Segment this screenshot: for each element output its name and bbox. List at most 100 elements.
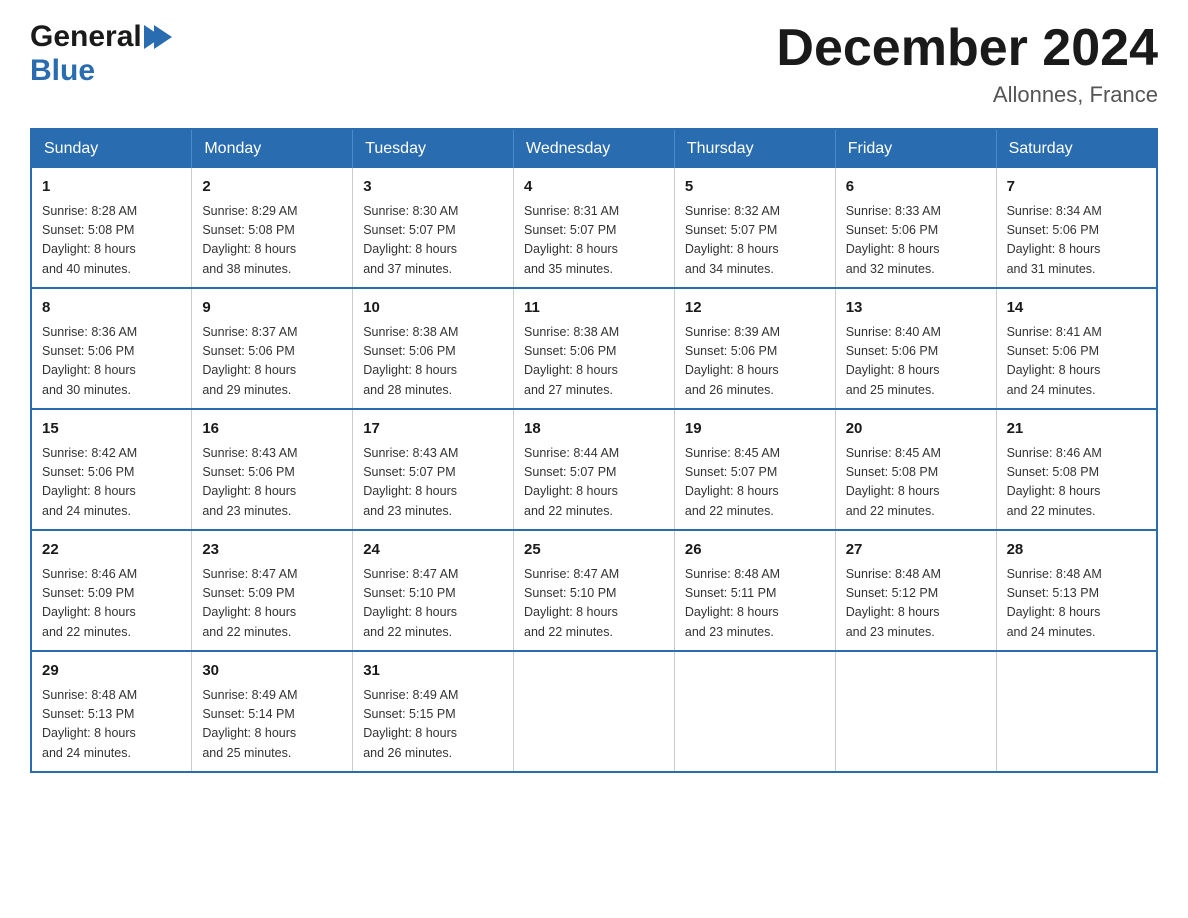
day-number: 4 <box>524 176 664 199</box>
table-row <box>674 651 835 772</box>
table-row: 19 Sunrise: 8:45 AMSunset: 5:07 PMDaylig… <box>674 409 835 530</box>
day-number: 17 <box>363 418 503 441</box>
day-number: 24 <box>363 539 503 562</box>
table-row: 18 Sunrise: 8:44 AMSunset: 5:07 PMDaylig… <box>514 409 675 530</box>
table-row: 23 Sunrise: 8:47 AMSunset: 5:09 PMDaylig… <box>192 530 353 651</box>
table-row: 29 Sunrise: 8:48 AMSunset: 5:13 PMDaylig… <box>31 651 192 772</box>
day-info: Sunrise: 8:42 AMSunset: 5:06 PMDaylight:… <box>42 444 181 522</box>
day-info: Sunrise: 8:46 AMSunset: 5:09 PMDaylight:… <box>42 565 181 643</box>
table-row: 30 Sunrise: 8:49 AMSunset: 5:14 PMDaylig… <box>192 651 353 772</box>
week-row-1: 1 Sunrise: 8:28 AMSunset: 5:08 PMDayligh… <box>31 168 1157 288</box>
day-info: Sunrise: 8:41 AMSunset: 5:06 PMDaylight:… <box>1007 323 1146 401</box>
day-number: 6 <box>846 176 986 199</box>
day-number: 26 <box>685 539 825 562</box>
day-number: 22 <box>42 539 181 562</box>
day-number: 13 <box>846 297 986 320</box>
table-row <box>996 651 1157 772</box>
col-monday: Monday <box>192 129 353 168</box>
day-number: 12 <box>685 297 825 320</box>
table-row: 14 Sunrise: 8:41 AMSunset: 5:06 PMDaylig… <box>996 288 1157 409</box>
day-info: Sunrise: 8:47 AMSunset: 5:10 PMDaylight:… <box>524 565 664 643</box>
day-number: 14 <box>1007 297 1146 320</box>
day-number: 18 <box>524 418 664 441</box>
table-row: 5 Sunrise: 8:32 AMSunset: 5:07 PMDayligh… <box>674 168 835 288</box>
table-row: 17 Sunrise: 8:43 AMSunset: 5:07 PMDaylig… <box>353 409 514 530</box>
calendar-subtitle: Allonnes, France <box>776 82 1158 108</box>
table-row: 24 Sunrise: 8:47 AMSunset: 5:10 PMDaylig… <box>353 530 514 651</box>
day-info: Sunrise: 8:34 AMSunset: 5:06 PMDaylight:… <box>1007 202 1146 280</box>
table-row: 16 Sunrise: 8:43 AMSunset: 5:06 PMDaylig… <box>192 409 353 530</box>
table-row: 27 Sunrise: 8:48 AMSunset: 5:12 PMDaylig… <box>835 530 996 651</box>
table-row: 25 Sunrise: 8:47 AMSunset: 5:10 PMDaylig… <box>514 530 675 651</box>
week-row-5: 29 Sunrise: 8:48 AMSunset: 5:13 PMDaylig… <box>31 651 1157 772</box>
title-section: December 2024 Allonnes, France <box>776 20 1158 108</box>
day-info: Sunrise: 8:47 AMSunset: 5:10 PMDaylight:… <box>363 565 503 643</box>
week-row-2: 8 Sunrise: 8:36 AMSunset: 5:06 PMDayligh… <box>31 288 1157 409</box>
day-number: 9 <box>202 297 342 320</box>
day-number: 16 <box>202 418 342 441</box>
day-info: Sunrise: 8:45 AMSunset: 5:07 PMDaylight:… <box>685 444 825 522</box>
day-info: Sunrise: 8:37 AMSunset: 5:06 PMDaylight:… <box>202 323 342 401</box>
logo-blue-text: Blue <box>30 54 95 88</box>
day-info: Sunrise: 8:28 AMSunset: 5:08 PMDaylight:… <box>42 202 181 280</box>
day-number: 5 <box>685 176 825 199</box>
day-number: 31 <box>363 660 503 683</box>
day-number: 15 <box>42 418 181 441</box>
day-number: 1 <box>42 176 181 199</box>
calendar-table: Sunday Monday Tuesday Wednesday Thursday… <box>30 128 1158 773</box>
day-number: 30 <box>202 660 342 683</box>
table-row: 10 Sunrise: 8:38 AMSunset: 5:06 PMDaylig… <box>353 288 514 409</box>
col-friday: Friday <box>835 129 996 168</box>
week-row-3: 15 Sunrise: 8:42 AMSunset: 5:06 PMDaylig… <box>31 409 1157 530</box>
day-info: Sunrise: 8:48 AMSunset: 5:13 PMDaylight:… <box>1007 565 1146 643</box>
table-row: 26 Sunrise: 8:48 AMSunset: 5:11 PMDaylig… <box>674 530 835 651</box>
day-info: Sunrise: 8:30 AMSunset: 5:07 PMDaylight:… <box>363 202 503 280</box>
day-number: 28 <box>1007 539 1146 562</box>
day-number: 20 <box>846 418 986 441</box>
day-number: 21 <box>1007 418 1146 441</box>
table-row: 9 Sunrise: 8:37 AMSunset: 5:06 PMDayligh… <box>192 288 353 409</box>
day-info: Sunrise: 8:49 AMSunset: 5:15 PMDaylight:… <box>363 686 503 764</box>
table-row: 28 Sunrise: 8:48 AMSunset: 5:13 PMDaylig… <box>996 530 1157 651</box>
week-row-4: 22 Sunrise: 8:46 AMSunset: 5:09 PMDaylig… <box>31 530 1157 651</box>
table-row: 1 Sunrise: 8:28 AMSunset: 5:08 PMDayligh… <box>31 168 192 288</box>
table-row: 8 Sunrise: 8:36 AMSunset: 5:06 PMDayligh… <box>31 288 192 409</box>
logo-arrow2-icon <box>154 25 172 49</box>
day-info: Sunrise: 8:43 AMSunset: 5:07 PMDaylight:… <box>363 444 503 522</box>
day-info: Sunrise: 8:48 AMSunset: 5:11 PMDaylight:… <box>685 565 825 643</box>
col-tuesday: Tuesday <box>353 129 514 168</box>
day-number: 2 <box>202 176 342 199</box>
logo: General Blue <box>30 20 172 88</box>
day-info: Sunrise: 8:32 AMSunset: 5:07 PMDaylight:… <box>685 202 825 280</box>
table-row: 7 Sunrise: 8:34 AMSunset: 5:06 PMDayligh… <box>996 168 1157 288</box>
day-number: 8 <box>42 297 181 320</box>
day-info: Sunrise: 8:49 AMSunset: 5:14 PMDaylight:… <box>202 686 342 764</box>
day-number: 29 <box>42 660 181 683</box>
day-info: Sunrise: 8:47 AMSunset: 5:09 PMDaylight:… <box>202 565 342 643</box>
day-number: 10 <box>363 297 503 320</box>
day-info: Sunrise: 8:33 AMSunset: 5:06 PMDaylight:… <box>846 202 986 280</box>
table-row: 20 Sunrise: 8:45 AMSunset: 5:08 PMDaylig… <box>835 409 996 530</box>
day-info: Sunrise: 8:29 AMSunset: 5:08 PMDaylight:… <box>202 202 342 280</box>
calendar-title: December 2024 <box>776 20 1158 77</box>
day-number: 27 <box>846 539 986 562</box>
table-row: 15 Sunrise: 8:42 AMSunset: 5:06 PMDaylig… <box>31 409 192 530</box>
day-info: Sunrise: 8:38 AMSunset: 5:06 PMDaylight:… <box>363 323 503 401</box>
day-info: Sunrise: 8:36 AMSunset: 5:06 PMDaylight:… <box>42 323 181 401</box>
page-header: General Blue December 2024 Allonnes, Fra… <box>30 20 1158 108</box>
day-number: 23 <box>202 539 342 562</box>
day-info: Sunrise: 8:45 AMSunset: 5:08 PMDaylight:… <box>846 444 986 522</box>
day-info: Sunrise: 8:38 AMSunset: 5:06 PMDaylight:… <box>524 323 664 401</box>
day-info: Sunrise: 8:31 AMSunset: 5:07 PMDaylight:… <box>524 202 664 280</box>
table-row <box>514 651 675 772</box>
day-number: 7 <box>1007 176 1146 199</box>
col-thursday: Thursday <box>674 129 835 168</box>
table-row: 11 Sunrise: 8:38 AMSunset: 5:06 PMDaylig… <box>514 288 675 409</box>
day-info: Sunrise: 8:39 AMSunset: 5:06 PMDaylight:… <box>685 323 825 401</box>
table-row: 31 Sunrise: 8:49 AMSunset: 5:15 PMDaylig… <box>353 651 514 772</box>
table-row: 21 Sunrise: 8:46 AMSunset: 5:08 PMDaylig… <box>996 409 1157 530</box>
day-info: Sunrise: 8:40 AMSunset: 5:06 PMDaylight:… <box>846 323 986 401</box>
table-row: 13 Sunrise: 8:40 AMSunset: 5:06 PMDaylig… <box>835 288 996 409</box>
table-row: 2 Sunrise: 8:29 AMSunset: 5:08 PMDayligh… <box>192 168 353 288</box>
day-info: Sunrise: 8:43 AMSunset: 5:06 PMDaylight:… <box>202 444 342 522</box>
